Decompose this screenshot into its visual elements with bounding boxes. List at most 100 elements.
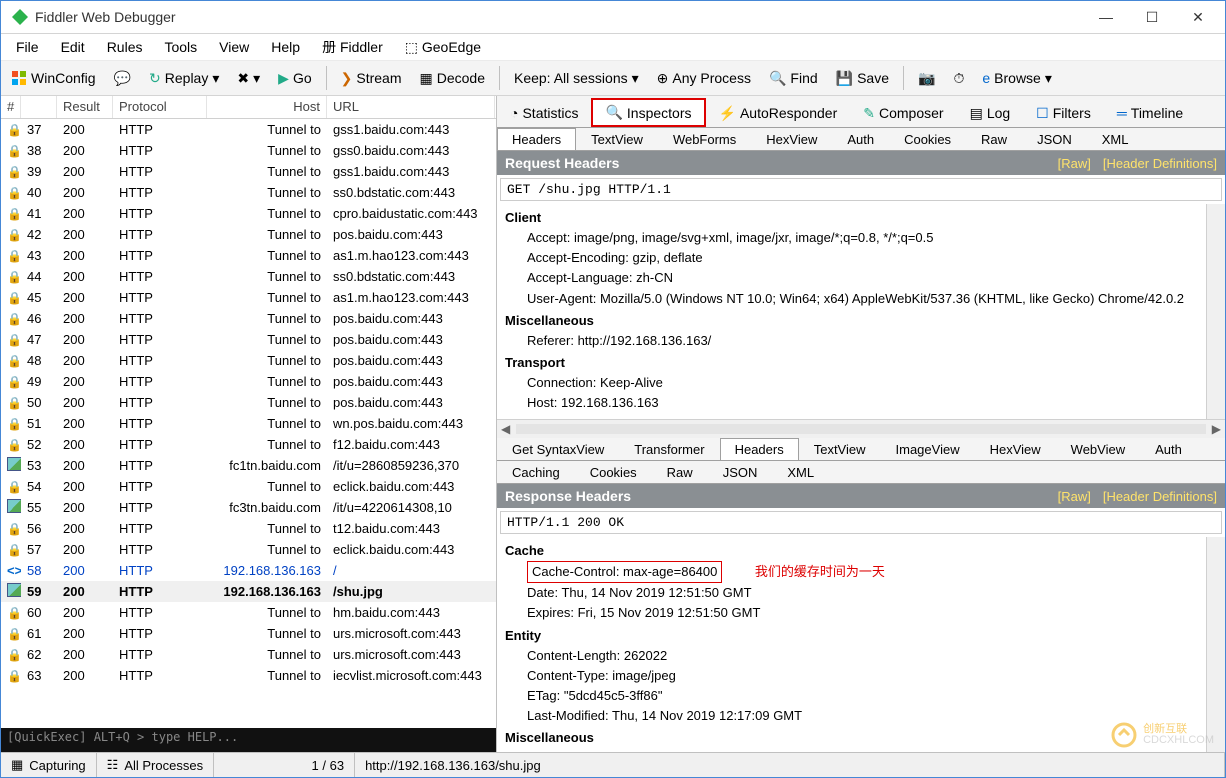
keep-sessions-dropdown[interactable]: Keep: All sessions▾ [508, 67, 645, 90]
col-url[interactable]: URL [327, 96, 495, 118]
session-row[interactable]: 🔒43200HTTPTunnel toas1.m.hao123.com:443 [1, 245, 496, 266]
session-row[interactable]: 🔒45200HTTPTunnel toas1.m.hao123.com:443 [1, 287, 496, 308]
tab-composer[interactable]: ✎Composer [850, 98, 956, 127]
maximize-button[interactable]: ☐ [1129, 2, 1175, 32]
lock-icon: 🔒 [7, 522, 21, 536]
tab-timeline[interactable]: ═Timeline [1104, 98, 1196, 127]
tab-log[interactable]: ▤Log [957, 98, 1024, 127]
save-button[interactable]: 💾Save [830, 67, 895, 90]
menu-rules[interactable]: Rules [98, 36, 152, 58]
session-row[interactable]: 🔒40200HTTPTunnel toss0.bdstatic.com:443 [1, 182, 496, 203]
session-row[interactable]: 🔒61200HTTPTunnel tours.microsoft.com:443 [1, 623, 496, 644]
session-row[interactable]: 55200HTTPfc3tn.baidu.com/it/u=4220614308… [1, 497, 496, 518]
session-row[interactable]: 🔒47200HTTPTunnel topos.baidu.com:443 [1, 329, 496, 350]
reqtab-headers[interactable]: Headers [497, 128, 576, 150]
menu-edit[interactable]: Edit [52, 36, 94, 58]
resptab-textview[interactable]: TextView [799, 438, 881, 460]
col-host[interactable]: Host [207, 96, 327, 118]
quickexec-input[interactable]: [QuickExec] ALT+Q > type HELP... [1, 728, 496, 752]
tab-statistics[interactable]: ◔Statistics [497, 98, 591, 127]
session-row[interactable]: 🔒56200HTTPTunnel tot12.baidu.com:443 [1, 518, 496, 539]
minimize-button[interactable]: — [1083, 2, 1129, 32]
resptab-hexview[interactable]: HexView [975, 438, 1056, 460]
req-def-link[interactable]: [Header Definitions] [1103, 156, 1217, 171]
menu-geoedge[interactable]: ⬚ GeoEdge [396, 36, 490, 59]
session-row[interactable]: 🔒42200HTTPTunnel topos.baidu.com:443 [1, 224, 496, 245]
tab-autoresponder[interactable]: ⚡AutoResponder [706, 98, 851, 127]
session-grid[interactable]: 🔒37200HTTPTunnel togss1.baidu.com:443🔒38… [1, 119, 496, 728]
tab-filters[interactable]: ☐Filters [1023, 98, 1104, 127]
resptab-caching[interactable]: Caching [497, 461, 575, 483]
resptab-imageview[interactable]: ImageView [881, 438, 975, 460]
reqtab-textview[interactable]: TextView [576, 128, 658, 150]
session-row[interactable]: 🔒54200HTTPTunnel toeclick.baidu.com:443 [1, 476, 496, 497]
resp-def-link[interactable]: [Header Definitions] [1103, 489, 1217, 504]
session-row[interactable]: 🔒62200HTTPTunnel tours.microsoft.com:443 [1, 644, 496, 665]
menu-view[interactable]: View [210, 36, 258, 58]
any-process-button[interactable]: ⊕Any Process [651, 67, 757, 90]
go-button[interactable]: ▶Go [272, 67, 317, 90]
resptab-headers[interactable]: Headers [720, 438, 799, 460]
reqtab-hexview[interactable]: HexView [751, 128, 832, 150]
capturing-indicator[interactable]: ▦Capturing [1, 753, 97, 777]
stream-button[interactable]: ❯Stream [335, 67, 408, 90]
session-row[interactable]: 🔒38200HTTPTunnel togss0.baidu.com:443 [1, 140, 496, 161]
req-raw-link[interactable]: [Raw] [1058, 156, 1091, 171]
session-row[interactable]: 🔒41200HTTPTunnel tocpro.baidustatic.com:… [1, 203, 496, 224]
scrollbar-vertical[interactable] [1206, 537, 1225, 752]
session-row[interactable]: 🔒52200HTTPTunnel tof12.baidu.com:443 [1, 434, 496, 455]
reqtab-raw[interactable]: Raw [966, 128, 1022, 150]
menu-fiddler[interactable]: 册 Fiddler [313, 34, 392, 60]
resptab-cookies[interactable]: Cookies [575, 461, 652, 483]
replay-button[interactable]: ↻Replay▾ [143, 67, 225, 90]
menu-file[interactable]: File [7, 36, 48, 58]
session-row[interactable]: 🔒44200HTTPTunnel toss0.bdstatic.com:443 [1, 266, 496, 287]
reqtab-auth[interactable]: Auth [832, 128, 889, 150]
session-row[interactable]: 🔒49200HTTPTunnel topos.baidu.com:443 [1, 371, 496, 392]
resptab-json[interactable]: JSON [708, 461, 773, 483]
scrollbar-vertical[interactable] [1206, 204, 1225, 419]
resptab-raw[interactable]: Raw [652, 461, 708, 483]
session-row[interactable]: <>58200HTTP192.168.136.163/ [1, 560, 496, 581]
decode-button[interactable]: ▦Decode [413, 67, 491, 90]
resptab-auth[interactable]: Auth [1140, 438, 1197, 460]
session-row[interactable]: 🔒39200HTTPTunnel togss1.baidu.com:443 [1, 161, 496, 182]
session-row[interactable]: 🔒60200HTTPTunnel tohm.baidu.com:443 [1, 602, 496, 623]
col-protocol[interactable]: Protocol [113, 96, 207, 118]
lock-icon: 🔒 [7, 123, 21, 137]
winconfig-button[interactable]: WinConfig [5, 67, 102, 89]
resptab-transformer[interactable]: Transformer [619, 438, 719, 460]
col-num[interactable]: # [1, 96, 21, 118]
col-result[interactable]: Result [57, 96, 113, 118]
session-row[interactable]: 🔒57200HTTPTunnel toeclick.baidu.com:443 [1, 539, 496, 560]
dropdown-icon: ▾ [632, 70, 639, 87]
remove-button[interactable]: ✖▾ [231, 67, 266, 90]
menu-help[interactable]: Help [262, 36, 309, 58]
session-row[interactable]: 🔒48200HTTPTunnel topos.baidu.com:443 [1, 350, 496, 371]
reqtab-cookies[interactable]: Cookies [889, 128, 966, 150]
browse-button[interactable]: eBrowse▾ [976, 67, 1058, 90]
resptab-xml[interactable]: XML [772, 461, 829, 483]
session-row[interactable]: 🔒37200HTTPTunnel togss1.baidu.com:443 [1, 119, 496, 140]
timer-button[interactable]: ⏱ [947, 67, 970, 90]
session-row[interactable]: 53200HTTPfc1tn.baidu.com/it/u=2860859236… [1, 455, 496, 476]
scrollbar-horizontal[interactable]: ◀▶ [497, 419, 1225, 438]
process-filter[interactable]: ☷All Processes [97, 753, 214, 777]
session-row[interactable]: 🔒50200HTTPTunnel topos.baidu.com:443 [1, 392, 496, 413]
reqtab-xml[interactable]: XML [1087, 128, 1144, 150]
comment-button[interactable]: 💬 [108, 67, 137, 90]
find-button[interactable]: 🔍Find [763, 67, 824, 90]
reqtab-json[interactable]: JSON [1022, 128, 1087, 150]
resptab-getsyntaxview[interactable]: Get SyntaxView [497, 438, 619, 460]
camera-button[interactable]: 📷 [912, 67, 941, 90]
session-row[interactable]: 🔒46200HTTPTunnel topos.baidu.com:443 [1, 308, 496, 329]
resptab-webview[interactable]: WebView [1056, 438, 1140, 460]
session-row[interactable]: 🔒63200HTTPTunnel toiecvlist.microsoft.co… [1, 665, 496, 686]
session-row[interactable]: 59200HTTP192.168.136.163/shu.jpg [1, 581, 496, 602]
menu-tools[interactable]: Tools [155, 36, 206, 58]
resp-raw-link[interactable]: [Raw] [1058, 489, 1091, 504]
close-button[interactable]: ✕ [1175, 2, 1221, 32]
session-row[interactable]: 🔒51200HTTPTunnel town.pos.baidu.com:443 [1, 413, 496, 434]
tab-inspectors[interactable]: 🔍Inspectors [591, 98, 705, 127]
reqtab-webforms[interactable]: WebForms [658, 128, 751, 150]
